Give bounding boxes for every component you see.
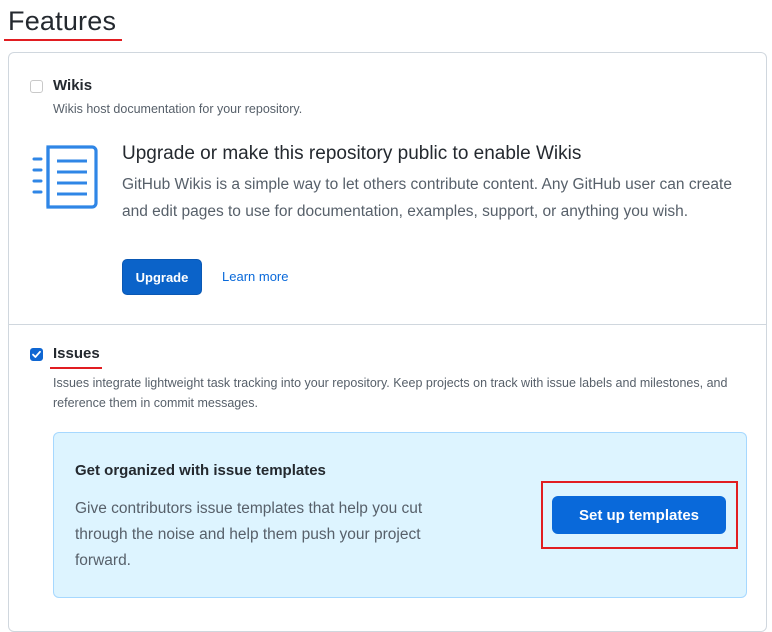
section-heading: Features: [8, 6, 117, 36]
heading-annotation-underline: [4, 39, 122, 41]
learn-more-link[interactable]: Learn more: [222, 269, 288, 284]
issue-templates-description: Give contributors issue templates that h…: [75, 500, 423, 569]
wikis-label: Wikis: [53, 77, 93, 94]
upgrade-button[interactable]: Upgrade: [122, 259, 202, 295]
checkmark-icon: [32, 350, 41, 358]
wikis-description: Wikis host documentation for your reposi…: [53, 102, 303, 116]
wikis-checkbox[interactable]: [30, 80, 43, 93]
wiki-document-icon: [32, 145, 98, 214]
section-divider: [8, 324, 767, 325]
issues-annotation-underline: [50, 367, 102, 369]
issue-templates-title: Get organized with issue templates: [75, 462, 326, 479]
issues-label: Issues: [53, 345, 100, 362]
issues-description: Issues integrate lightweight task tracki…: [53, 376, 728, 410]
wikis-upgrade-text: GitHub Wikis is a simple way to let othe…: [122, 176, 732, 220]
issues-checkbox[interactable]: [30, 348, 43, 361]
wikis-upgrade-title: Upgrade or make this repository public t…: [122, 143, 582, 164]
set-up-templates-button[interactable]: Set up templates: [552, 496, 726, 534]
